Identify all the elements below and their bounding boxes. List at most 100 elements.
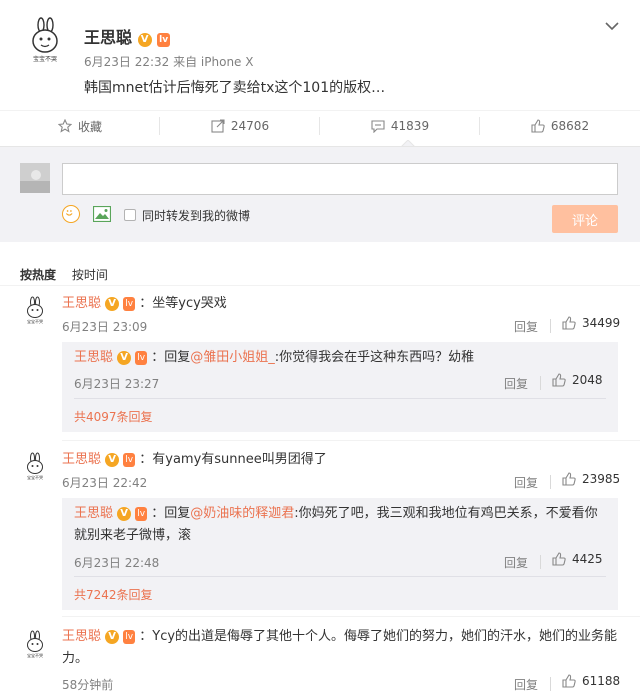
author-avatar[interactable]: 宝宝不哭: [20, 17, 70, 67]
sub-reply-prefix: ：回复: [151, 350, 191, 365]
comment-author[interactable]: 王思聪: [62, 296, 101, 311]
comment-compose: 同时转发到我的微博 评论: [0, 146, 640, 242]
reply-button[interactable]: 回复: [514, 474, 538, 491]
sub-reply-mention[interactable]: @奶油味的释迦君: [190, 506, 294, 521]
comment-time: 6月23日 23:09: [62, 320, 148, 334]
divider: [0, 285, 640, 286]
vip-badge: lv: [123, 453, 136, 467]
my-avatar[interactable]: [20, 163, 50, 193]
comment-text: ：Ycy的出道是侮辱了其他十个人。侮辱了她们的努力，她们的汗水，她们的业务能力。: [62, 629, 618, 666]
reply-button[interactable]: 回复: [514, 676, 538, 693]
repost-button[interactable]: 24706: [160, 111, 320, 141]
thumbs-up-icon: [562, 674, 576, 688]
comment-head: 王思聪 V lv ：坐等ycy哭戏: [62, 292, 227, 311]
avatar-caption: 宝宝不哭: [27, 474, 43, 480]
commenter-avatar[interactable]: 宝宝不哭: [20, 452, 50, 482]
avatar-caption: 宝宝不哭: [27, 652, 43, 658]
comment-like-button[interactable]: 34499: [562, 316, 620, 330]
favorite-label: 收藏: [77, 119, 102, 134]
verified-badge: V: [117, 507, 132, 521]
verified-badge: V: [105, 297, 120, 311]
sub-reply-box: 王思聪 V lv ：回复@奶油味的释迦君:你妈死了吧，我三观和我地位有鸡巴关系，…: [62, 498, 618, 610]
reply-button[interactable]: 回复: [504, 375, 528, 392]
post-text: 韩国mnet估计后悔死了卖给tx这个101的版权…: [84, 80, 386, 96]
vip-badge: lv: [123, 630, 136, 644]
avatar-caption: 宝宝不哭: [33, 55, 57, 63]
comment-button[interactable]: 41839: [320, 111, 480, 141]
divider: [540, 555, 541, 569]
star-icon: [57, 119, 72, 133]
repost-icon: [211, 119, 225, 133]
comment-count: 41839: [390, 119, 430, 133]
comment-text: ：坐等ycy哭戏: [139, 296, 227, 311]
sub-reply-like-count: 2048: [572, 373, 603, 387]
reply-button[interactable]: 回复: [514, 318, 538, 335]
like-button[interactable]: 68682: [480, 111, 640, 141]
divider: [62, 616, 640, 617]
sub-reply-like-button[interactable]: 2048: [552, 373, 603, 387]
divider: [550, 677, 551, 691]
thumbs-up-icon: [552, 552, 566, 566]
vip-badge: lv: [135, 507, 148, 521]
verified-badge: V: [105, 630, 120, 644]
comment-item: 宝宝不哭 王思聪 V lv ：有yamy有sunnee叫男团得了 6月23日 2…: [0, 448, 640, 614]
favorite-button[interactable]: 收藏: [0, 111, 160, 141]
sub-reply-time: 6月23日 22:48: [74, 556, 160, 570]
comment-icon: [371, 120, 385, 133]
comment-head: 王思聪 V lv ：有yamy有sunnee叫男团得了: [62, 448, 327, 467]
verified-badge: V: [117, 351, 132, 365]
comment-like-button[interactable]: 61188: [562, 674, 620, 688]
comment-time: 6月23日 22:42: [62, 476, 148, 490]
divider: [540, 376, 541, 390]
like-count: 68682: [550, 119, 590, 133]
sub-reply-time: 6月23日 23:27: [74, 377, 160, 391]
sort-tabs: 按热度 按时间: [20, 266, 120, 283]
sub-reply-author[interactable]: 王思聪: [74, 350, 113, 365]
divider: [550, 475, 551, 489]
comment-author[interactable]: 王思聪: [62, 452, 101, 467]
emoji-icon[interactable]: [62, 205, 80, 223]
commenter-avatar[interactable]: 宝宝不哭: [20, 296, 50, 326]
verified-badge: V: [105, 453, 120, 467]
sub-reply-text: :你觉得我会在乎这种东西吗？幼稚: [274, 350, 475, 365]
comment-text: ：有yamy有sunnee叫男团得了: [139, 452, 327, 467]
repost-checkbox-label[interactable]: 同时转发到我的微博: [142, 207, 250, 224]
comment-item: 宝宝不哭 王思聪 V lv ：坐等ycy哭戏 6月23日 23:09 回复 34…: [0, 292, 640, 438]
divider: [550, 319, 551, 333]
comment-head: 王思聪 V lv ：Ycy的出道是侮辱了其他十个人。侮辱了她们的努力，她们的汗水…: [62, 626, 618, 670]
repost-count: 24706: [230, 119, 270, 133]
avatar-caption: 宝宝不哭: [27, 318, 43, 324]
post-author-name[interactable]: 王思聪: [84, 28, 132, 47]
vip-badge: lv: [157, 33, 171, 47]
sub-reply-mention[interactable]: @雏田小姐姐_: [190, 350, 275, 365]
sub-reply-head: 王思聪 V lv ：回复@雏田小姐姐_:你觉得我会在乎这种东西吗？幼稚: [74, 347, 606, 369]
divider: [74, 576, 606, 577]
comment-like-button[interactable]: 23985: [562, 472, 620, 486]
sub-reply-prefix: ：回复: [151, 506, 191, 521]
thumbs-up-icon: [562, 472, 576, 486]
post-author[interactable]: 王思聪 V lv: [84, 24, 171, 48]
sub-reply-like-button[interactable]: 4425: [552, 552, 603, 566]
sub-reply-author[interactable]: 王思聪: [74, 506, 113, 521]
divider: [74, 398, 606, 399]
chevron-down-icon[interactable]: [604, 18, 620, 34]
comment-item: 宝宝不哭 王思聪 V lv ：Ycy的出道是侮辱了其他十个人。侮辱了她们的努力，…: [0, 626, 640, 694]
more-replies-link[interactable]: 共4097条回复: [74, 408, 153, 425]
tab-sort-by-time[interactable]: 按时间: [72, 268, 108, 282]
comment-author[interactable]: 王思聪: [62, 629, 101, 644]
reply-button[interactable]: 回复: [504, 554, 528, 571]
post-meta: 6月23日 22:32 来自 iPhone X: [84, 55, 254, 69]
sub-reply-like-count: 4425: [572, 552, 603, 566]
more-replies-link[interactable]: 共7242条回复: [74, 586, 153, 603]
tab-sort-by-hot[interactable]: 按热度: [20, 268, 56, 282]
comment-like-count: 61188: [582, 674, 621, 688]
comment-input[interactable]: [62, 163, 618, 195]
commenter-avatar[interactable]: 宝宝不哭: [20, 630, 50, 660]
thumbs-up-icon: [552, 373, 566, 387]
thumbs-up-icon: [531, 119, 545, 133]
image-icon[interactable]: [93, 206, 111, 222]
submit-comment-button[interactable]: 评论: [552, 205, 618, 233]
repost-checkbox[interactable]: [124, 209, 136, 221]
divider: [62, 440, 640, 441]
post-action-bar: 收藏 24706 41839 68682: [0, 110, 640, 140]
